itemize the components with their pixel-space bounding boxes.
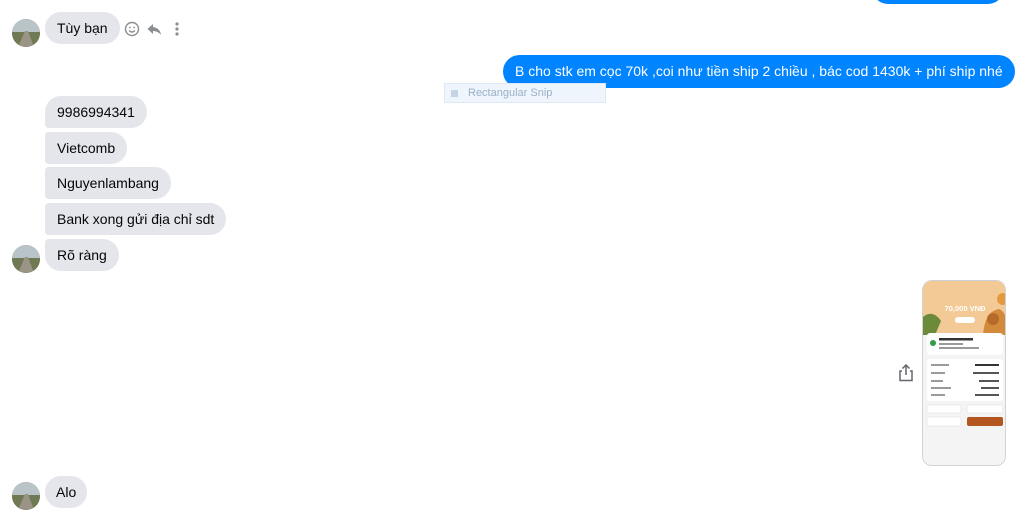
avatar[interactable] <box>12 245 40 273</box>
snip-label: Rectangular Snip <box>468 87 553 99</box>
previous-outgoing-bubble <box>872 0 1004 4</box>
message-text: Vietcomb <box>57 140 116 156</box>
message-bubble[interactable]: Rõ ràng <box>45 239 119 271</box>
message-bubble[interactable]: Tùy bạn <box>45 12 120 44</box>
emoji-icon[interactable] <box>124 21 140 37</box>
message-text: Rõ ràng <box>57 247 107 263</box>
message-text: Nguyenlambang <box>57 175 159 191</box>
message-bubble[interactable]: 9986994341 <box>45 96 147 128</box>
reply-icon[interactable] <box>146 21 162 37</box>
share-icon[interactable] <box>898 364 914 382</box>
message-text: 9986994341 <box>57 104 135 120</box>
message-bubble[interactable]: Bank xong gửi địa chỉ sdt <box>45 203 227 235</box>
avatar[interactable] <box>12 482 40 510</box>
message-bubble[interactable]: Nguyenlambang <box>45 167 171 199</box>
rectangular-snip-overlay: Rectangular Snip <box>444 83 606 103</box>
avatar[interactable] <box>12 19 40 47</box>
more-icon[interactable] <box>172 21 182 37</box>
payment-receipt-image[interactable]: 70,000 VNĐ <box>922 280 1006 466</box>
message-text: Bank xong gửi địa chỉ sdt <box>57 211 215 227</box>
receipt-amount: 70,000 VNĐ <box>944 304 986 313</box>
message-text: B cho stk em cọc 70k ,coi như tiền ship … <box>515 63 1003 79</box>
message-bubble[interactable]: Alo <box>45 476 88 508</box>
message-text: Alo <box>56 484 77 500</box>
message-bubble[interactable]: Vietcomb <box>45 132 128 164</box>
message-text: Tùy bạn <box>57 20 108 36</box>
snip-icon <box>451 89 458 97</box>
